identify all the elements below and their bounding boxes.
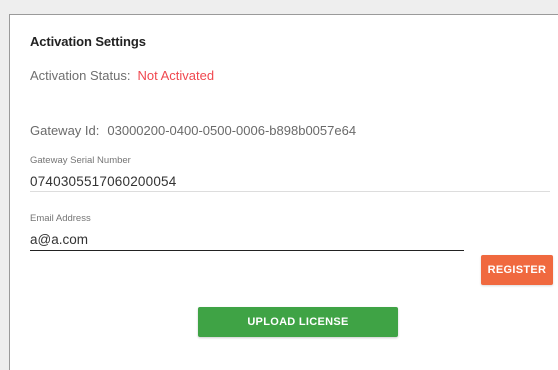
gateway-serial-underline <box>30 191 550 192</box>
upload-license-button[interactable]: UPLOAD LICENSE <box>198 307 398 337</box>
gateway-id-row: Gateway Id: 03000200-0400-0500-0006-b898b… <box>30 123 356 138</box>
activation-status-value: Not Activated <box>137 68 215 83</box>
activation-status-label: Activation Status: <box>30 68 131 83</box>
gateway-id-value: 03000200-0400-0500-0006-b898b0057e64 <box>107 123 357 138</box>
gateway-serial-value: 0740305517060200054 <box>30 174 177 189</box>
gateway-id-label: Gateway Id: <box>30 123 100 138</box>
email-field[interactable] <box>30 229 464 251</box>
activation-status-row: Activation Status: Not Activated <box>30 68 214 83</box>
gateway-serial-label: Gateway Serial Number <box>30 155 131 166</box>
panel-title: Activation Settings <box>30 34 146 49</box>
activation-settings-panel: Activation Settings Activation Status: No… <box>9 14 558 370</box>
email-label: Email Address <box>30 213 91 224</box>
register-button[interactable]: REGISTER <box>481 255 553 285</box>
